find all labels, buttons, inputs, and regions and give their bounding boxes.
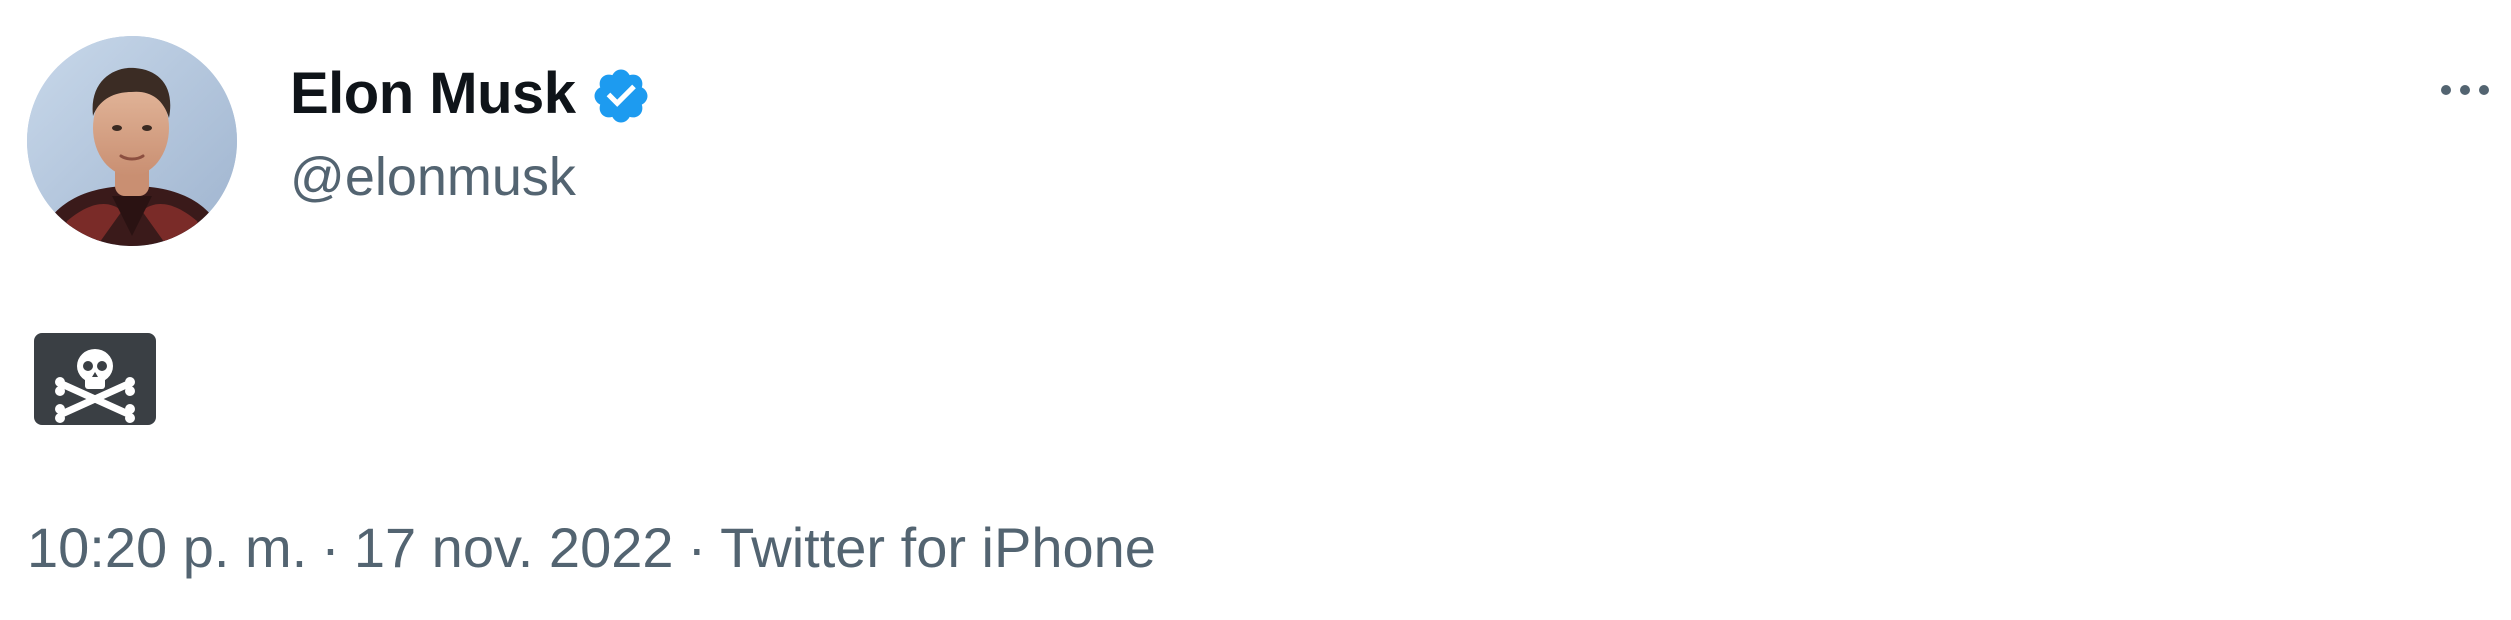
- author-handle[interactable]: @elonmusk: [290, 150, 576, 204]
- profile-photo-image: [27, 36, 237, 246]
- author-name-row: Elon Musk: [290, 58, 652, 130]
- tweet-source[interactable]: Twitter for iPhone: [720, 520, 1156, 576]
- tweet-meta: 10:20 p. m. · 17 nov. 2022 · Twitter for…: [27, 520, 1156, 576]
- author-display-name[interactable]: Elon Musk: [290, 65, 576, 123]
- tweet-date[interactable]: 17 nov. 2022: [354, 520, 674, 576]
- tweet-card: Elon Musk @elonmusk 10:20 p. m. · 17 nov…: [0, 0, 2511, 620]
- meta-separator: ·: [687, 516, 707, 579]
- more-horizontal-icon: [2441, 85, 2489, 95]
- meta-separator: ·: [321, 516, 340, 579]
- more-options-button[interactable]: [2420, 60, 2510, 120]
- verified-badge-icon: [594, 69, 648, 123]
- tweet-text: 🏴‍☠️: [34, 333, 156, 425]
- tweet-time[interactable]: 10:20 p. m.: [27, 520, 307, 576]
- avatar[interactable]: [27, 36, 237, 246]
- pirate-flag-icon: [34, 333, 156, 425]
